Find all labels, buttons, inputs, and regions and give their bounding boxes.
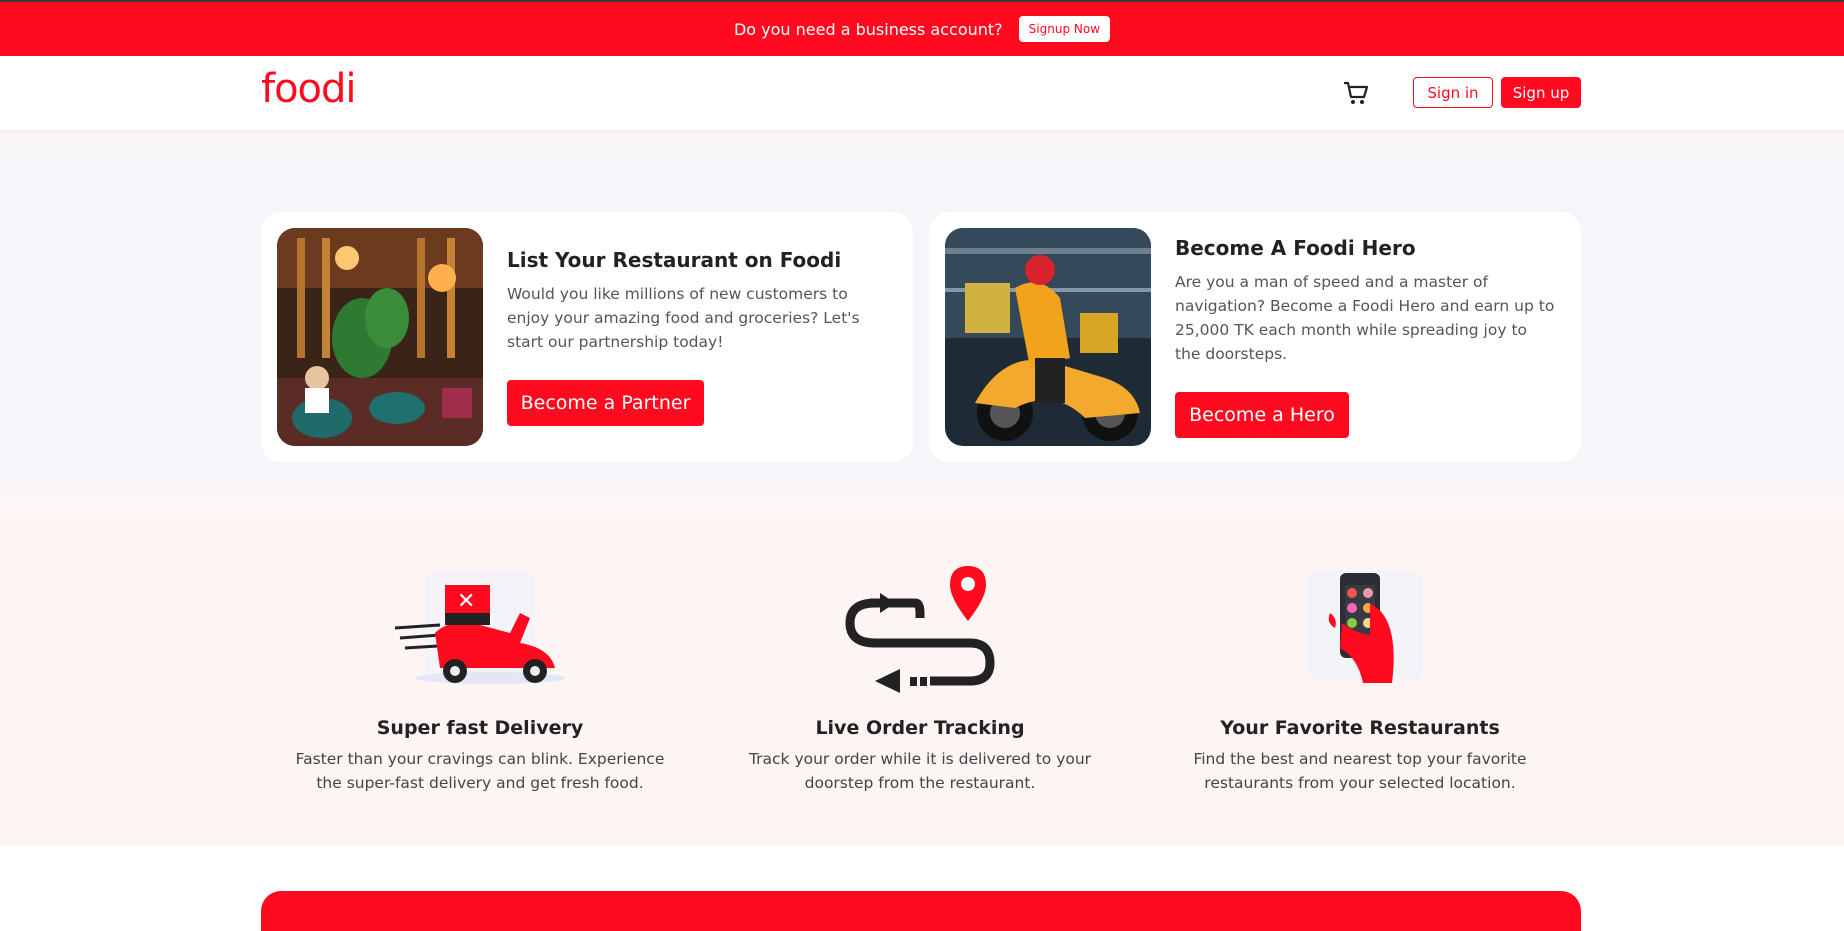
svg-text:✕: ✕ <box>457 589 475 614</box>
sign-in-button[interactable]: Sign in <box>1413 77 1493 108</box>
hero-card-title: Become A Foodi Hero <box>1175 236 1416 260</box>
site-header: foodi Sign in Sign up <box>0 56 1844 130</box>
features-section: ✕ Super fast Delivery Faster than your c… <box>0 515 1844 845</box>
sign-up-button[interactable]: Sign up <box>1501 77 1581 108</box>
hero-card-description: Are you a man of speed and a master of n… <box>1175 273 1555 363</box>
feature-restaurants: Your Favorite Restaurants Find the best … <box>1170 515 1550 792</box>
feature-delivery-title: Super fast Delivery <box>376 717 584 739</box>
foodi-logo[interactable]: foodi <box>261 66 357 112</box>
phone-menu-icon <box>1307 571 1423 683</box>
partner-card-description: Would you like millions of new customers… <box>507 285 860 351</box>
signup-now-button[interactable]: Signup Now <box>1018 16 1111 42</box>
restaurant-partner-card: List Your Restaurant on Foodi Would you … <box>261 212 913 462</box>
feature-delivery: ✕ Super fast Delivery Faster than your c… <box>290 515 670 792</box>
feature-delivery-description: Faster than your cravings can blink. Exp… <box>295 750 665 792</box>
partner-card-title: List Your Restaurant on Foodi <box>507 248 842 272</box>
become-hero-button[interactable]: Become a Hero <box>1175 392 1349 438</box>
partner-section: List Your Restaurant on Foodi Would you … <box>0 130 1844 515</box>
feature-restaurants-description: Find the best and nearest top your favor… <box>1193 750 1527 792</box>
bottom-banner <box>261 891 1581 931</box>
scooter-icon: ✕ <box>394 571 565 684</box>
cart-icon[interactable] <box>1342 79 1370 107</box>
tracking-icon <box>845 566 995 693</box>
feature-tracking: Live Order Tracking Track your order whi… <box>730 515 1110 792</box>
promo-text: Do you need a business account? <box>733 19 1003 39</box>
hero-card: Become A Foodi Hero Are you a man of spe… <box>929 212 1581 462</box>
feature-tracking-title: Live Order Tracking <box>815 717 1025 739</box>
promo-bar: Do you need a business account? Signup N… <box>0 2 1844 56</box>
restaurant-photo <box>277 228 483 446</box>
become-partner-button[interactable]: Become a Partner <box>507 380 704 426</box>
rider-photo <box>945 228 1151 446</box>
feature-tracking-description: Track your order while it is delivered t… <box>748 750 1092 792</box>
feature-restaurants-title: Your Favorite Restaurants <box>1220 717 1500 739</box>
